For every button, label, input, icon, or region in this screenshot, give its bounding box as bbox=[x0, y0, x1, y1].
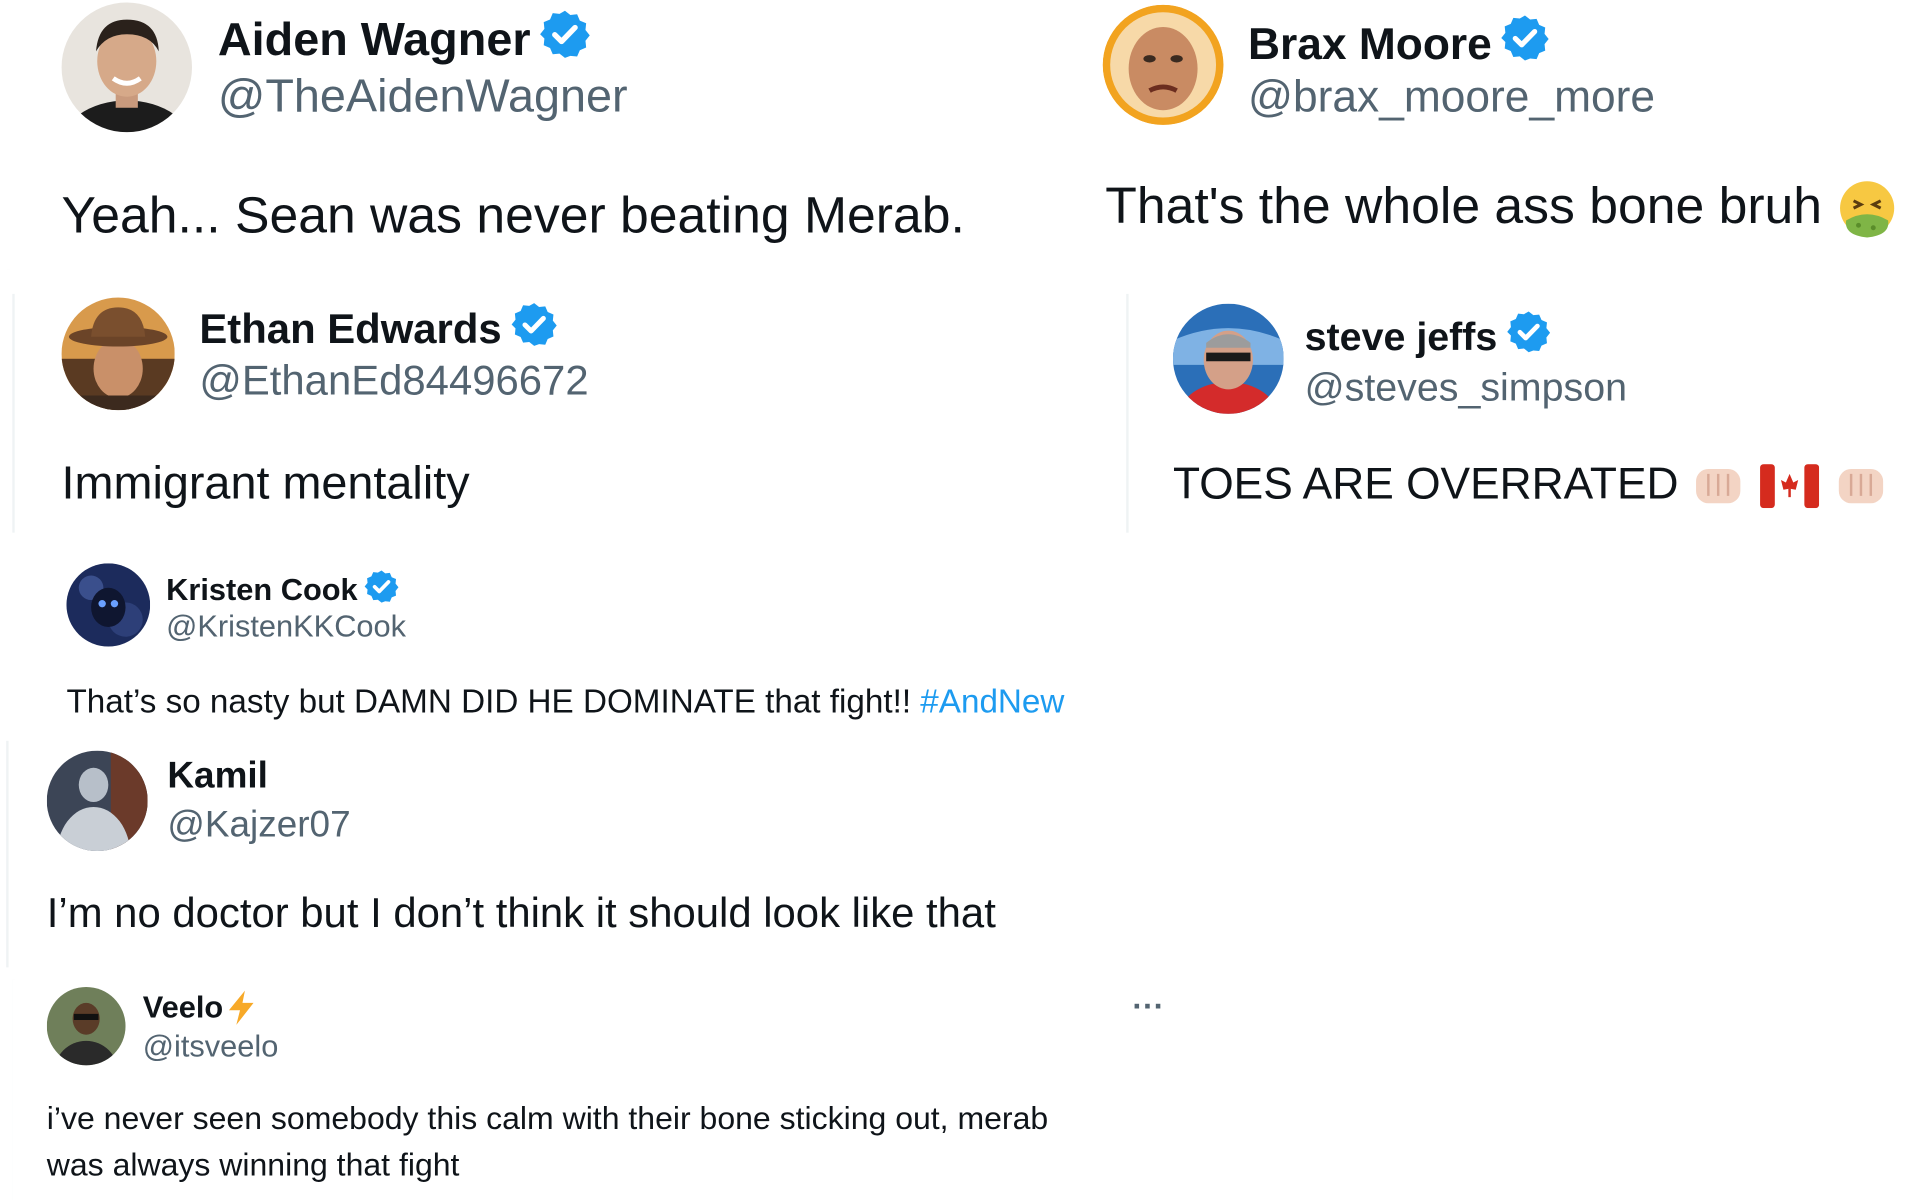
fist-icon bbox=[1691, 458, 1760, 508]
avatar[interactable] bbox=[46, 986, 126, 1066]
author-name[interactable]: Brax Moore bbox=[1248, 18, 1492, 69]
separator bbox=[6, 740, 9, 968]
verified-badge-icon bbox=[509, 300, 558, 360]
tweet-text-line: i’ve never seen somebody this calm with … bbox=[46, 1099, 1049, 1137]
tweet-card: Brax Moore @brax_moore_more That's the w… bbox=[1083, 0, 1920, 270]
author-handle[interactable]: @TheAidenWagner bbox=[218, 71, 628, 124]
tweet-text: I’m no doctor but I don’t think it shoul… bbox=[46, 890, 996, 937]
tweet-card: Veelo @itsveelo ··· i’ve never seen some… bbox=[12, 979, 1182, 1200]
author-name[interactable]: Ethan Edwards bbox=[199, 306, 501, 354]
author-row: Veelo bbox=[143, 989, 258, 1026]
tweet-collage: Aiden Wagner @TheAidenWagner Yeah... Sea… bbox=[0, 0, 1920, 1200]
tweet-card: Kristen Cook @KristenKKCook That’s so na… bbox=[36, 551, 1170, 735]
author-name[interactable]: Kamil bbox=[167, 756, 268, 798]
separator bbox=[1126, 293, 1129, 533]
author-handle[interactable]: @KristenKKCook bbox=[166, 610, 406, 646]
tweet-text: Immigrant mentality bbox=[61, 457, 470, 510]
author-name[interactable]: Veelo bbox=[143, 990, 223, 1026]
author-row: Kamil bbox=[167, 756, 268, 798]
verified-badge-icon bbox=[1505, 309, 1552, 365]
avatar[interactable] bbox=[66, 563, 151, 647]
tweet-text-row: TOES ARE OVERRATED bbox=[1173, 458, 1888, 511]
author-handle[interactable]: @itsveelo bbox=[143, 1030, 279, 1066]
more-options-button[interactable]: ··· bbox=[1132, 987, 1164, 1025]
tweet-text: Yeah... Sean was never beating Merab. bbox=[61, 186, 965, 244]
avatar[interactable] bbox=[61, 2, 193, 133]
tweet-card: Aiden Wagner @TheAidenWagner Yeah... Sea… bbox=[0, 0, 1084, 270]
lightning-icon bbox=[226, 989, 258, 1026]
tweet-text: That’s so nasty but DAMN DID HE DOMINATE… bbox=[66, 683, 912, 721]
author-handle[interactable]: @EthanEd84496672 bbox=[199, 358, 588, 406]
verified-badge-icon bbox=[363, 568, 400, 613]
tweet-card: Ethan Edwards @EthanEd84496672 Immigrant… bbox=[14, 293, 1123, 533]
avatar[interactable] bbox=[46, 750, 148, 852]
canada-flag-icon bbox=[1759, 458, 1831, 509]
fist-icon bbox=[1831, 458, 1888, 508]
avatar[interactable] bbox=[1172, 303, 1284, 414]
author-row: Aiden Wagner bbox=[218, 7, 592, 73]
tweet-text-row: That’s so nasty but DAMN DID HE DOMINATE… bbox=[66, 683, 1064, 721]
author-row: Brax Moore bbox=[1248, 12, 1551, 74]
avatar[interactable] bbox=[61, 297, 175, 411]
author-name[interactable]: steve jeffs bbox=[1305, 314, 1498, 359]
hashtag-link[interactable]: #AndNew bbox=[920, 683, 1064, 720]
tweet-card: steve jeffs @steves_simpson TOES ARE OVE… bbox=[1129, 293, 1918, 533]
verified-badge-icon bbox=[1499, 12, 1551, 74]
author-row: Kristen Cook bbox=[166, 568, 399, 613]
author-name[interactable]: Kristen Cook bbox=[166, 573, 358, 609]
tweet-card: Kamil @Kajzer07 I’m no doctor but I don’… bbox=[12, 740, 1145, 968]
tweet-text-row: That's the whole ass bone bruh bbox=[1105, 176, 1898, 240]
author-name[interactable]: Aiden Wagner bbox=[218, 14, 531, 67]
nauseated-face-icon bbox=[1836, 176, 1898, 238]
author-row: steve jeffs bbox=[1305, 309, 1552, 365]
author-handle[interactable]: @brax_moore_more bbox=[1248, 71, 1655, 122]
verified-badge-icon bbox=[538, 7, 592, 73]
author-handle[interactable]: @Kajzer07 bbox=[167, 804, 350, 846]
tweet-text: TOES ARE OVERRATED bbox=[1172, 457, 1679, 509]
author-row: Ethan Edwards bbox=[199, 300, 558, 360]
author-handle[interactable]: @steves_simpson bbox=[1305, 365, 1627, 410]
avatar[interactable] bbox=[1102, 4, 1224, 125]
tweet-text-line: was always winning that fight bbox=[46, 1146, 460, 1183]
tweet-text: That's the whole ass bone bruh bbox=[1105, 176, 1823, 234]
